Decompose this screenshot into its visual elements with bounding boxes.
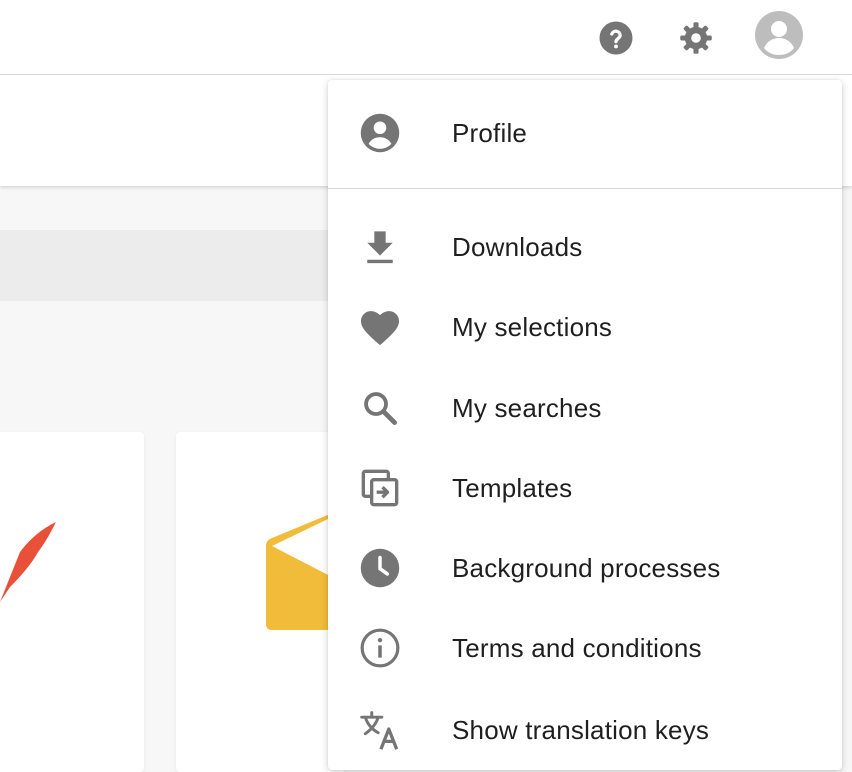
gear-icon — [680, 22, 712, 54]
menu-item-label: My searches — [452, 392, 602, 423]
menu-item-background-processes[interactable]: Background processes — [328, 528, 842, 608]
heart-icon — [358, 305, 402, 349]
translate-icon — [358, 708, 402, 752]
search-bar-area[interactable] — [0, 230, 330, 301]
search-icon — [358, 386, 402, 430]
menu-item-profile[interactable]: Profile — [328, 93, 842, 173]
user-avatar-button[interactable] — [754, 10, 804, 60]
app-card[interactable] — [0, 432, 144, 772]
settings-button[interactable] — [676, 18, 716, 58]
info-icon — [358, 626, 402, 670]
help-button[interactable] — [596, 18, 636, 58]
app-card[interactable] — [176, 432, 346, 772]
menu-item-templates[interactable]: Templates — [328, 448, 842, 528]
menu-item-label: Templates — [452, 472, 573, 503]
bird-logo-icon — [0, 522, 56, 602]
menu-divider — [328, 188, 842, 189]
menu-item-terms[interactable]: Terms and conditions — [328, 608, 842, 688]
user-avatar-icon — [755, 11, 803, 59]
template-icon — [358, 466, 402, 510]
user-menu-dropdown: Profile Downloads My selections My searc… — [328, 80, 842, 770]
menu-item-translation-keys[interactable]: Show translation keys — [328, 690, 842, 770]
help-circle-icon — [599, 21, 633, 55]
menu-item-label: Show translation keys — [452, 714, 710, 745]
clock-icon — [358, 546, 402, 590]
menu-item-label: Background processes — [452, 552, 721, 583]
top-bar — [0, 0, 852, 75]
menu-item-downloads[interactable]: Downloads — [328, 207, 842, 287]
menu-item-label: Terms and conditions — [452, 632, 702, 663]
menu-item-my-selections[interactable]: My selections — [328, 287, 842, 367]
account-circle-icon — [358, 111, 402, 155]
menu-item-label: Profile — [452, 117, 528, 148]
menu-item-label: Downloads — [452, 231, 583, 262]
download-icon — [358, 225, 402, 269]
menu-item-label: My selections — [452, 311, 613, 342]
menu-item-my-searches[interactable]: My searches — [328, 368, 842, 448]
